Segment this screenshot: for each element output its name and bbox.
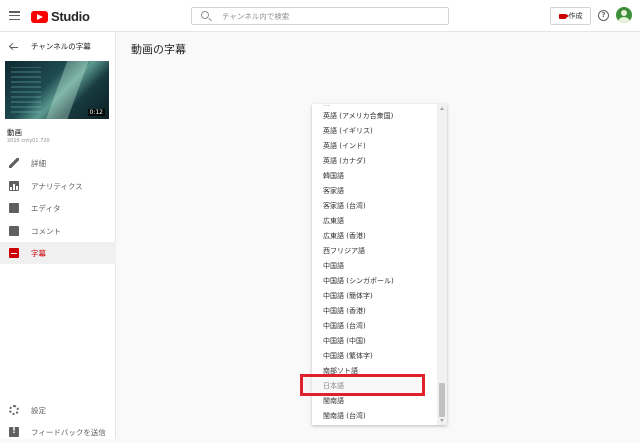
youtube-logo-icon (31, 10, 48, 23)
list-item[interactable]: 客家語 (台湾) (323, 201, 366, 211)
scrollbar-thumb[interactable] (439, 383, 445, 417)
arrow-back-icon[interactable] (9, 43, 18, 51)
sidebar-item-subtitles[interactable]: 字幕 (0, 242, 116, 264)
search-icon (201, 11, 209, 19)
back-to-channel-subtitles[interactable]: チャンネルの字幕 (0, 40, 116, 54)
help-icon[interactable]: ? (598, 10, 609, 21)
sidebar-item-editor[interactable]: エディタ (0, 197, 116, 219)
avatar[interactable] (616, 7, 632, 23)
list-item[interactable]: 中国語 (簡体字) (323, 291, 373, 301)
studio-logo[interactable]: Studio (31, 9, 90, 24)
list-item[interactable]: 中国語 (シンガポール) (323, 276, 394, 286)
sidebar-item-label: コメント (31, 227, 61, 236)
video-subtitle: 2015 cnty01 720 (7, 138, 50, 144)
create-button-label: 作成 (568, 12, 583, 20)
list-item-partial[interactable]: … (323, 104, 330, 108)
video-camera-icon (558, 13, 569, 19)
comment-icon (9, 226, 19, 236)
sidebar-item-details[interactable]: 詳細 (0, 152, 116, 174)
sidebar-item-analytics[interactable]: アナリティクス (0, 175, 116, 197)
list-item[interactable]: 中国語 (香港) (323, 306, 366, 316)
dropdown-scrollbar[interactable] (437, 104, 447, 425)
pencil-icon (9, 158, 19, 168)
video-title: 動画 (7, 128, 22, 137)
list-item[interactable]: 閩南語 (台湾) (323, 411, 366, 421)
editor-icon (9, 203, 19, 213)
list-item[interactable]: 広東語 (香港) (323, 231, 366, 241)
list-item[interactable]: 中国語 (繁体字) (323, 351, 373, 361)
page-title: 動画の字幕 (131, 43, 186, 56)
sidebar-item-label: アナリティクス (31, 182, 83, 191)
video-duration: 0:12 (87, 109, 105, 116)
list-item[interactable]: 中国語 (323, 261, 344, 271)
list-item[interactable]: 広東語 (323, 216, 344, 226)
subtitles-icon (9, 248, 19, 258)
scroll-up-arrow-icon[interactable] (440, 107, 444, 110)
logo-text: Studio (51, 9, 90, 24)
sidebar-item-label: フィードバックを送信 (31, 428, 106, 437)
create-button[interactable]: 作成 (550, 7, 591, 25)
sidebar-item-label: 詳細 (31, 159, 46, 168)
video-thumbnail[interactable]: 0:12 (5, 61, 109, 119)
sidebar-item-feedback[interactable]: フィードバックを送信 (0, 421, 116, 443)
list-item[interactable]: 英語 (イギリス) (323, 126, 373, 136)
gear-icon (9, 405, 19, 415)
back-label: チャンネルの字幕 (31, 42, 91, 51)
scroll-down-arrow-icon[interactable] (440, 419, 444, 422)
list-item[interactable]: 西フリジア語 (323, 246, 365, 256)
top-bar: Studio 作成 ? (0, 0, 640, 32)
list-item[interactable]: 中国語 (台湾) (323, 321, 366, 331)
sidebar-item-comments[interactable]: コメント (0, 220, 116, 242)
highlight-box (300, 374, 425, 396)
search-box[interactable] (191, 7, 449, 25)
list-item[interactable]: 韓国語 (323, 171, 344, 181)
list-item[interactable]: 英語 (アメリカ合衆国) (323, 111, 393, 121)
list-item[interactable]: 英語 (カナダ) (323, 156, 366, 166)
list-item[interactable]: 英語 (インド) (323, 141, 366, 151)
sidebar-item-label: 設定 (31, 406, 46, 415)
list-item[interactable]: 閩南語 (323, 396, 344, 406)
feedback-icon (9, 426, 19, 437)
list-item[interactable]: 客家語 (323, 186, 344, 196)
sidebar-item-label: エディタ (31, 204, 61, 213)
sidebar-item-settings[interactable]: 設定 (0, 399, 116, 421)
menu-icon[interactable] (9, 11, 20, 21)
analytics-icon (9, 181, 19, 191)
sidebar-item-label: 字幕 (31, 249, 46, 258)
sidebar: チャンネルの字幕 0:12 動画 2015 cnty01 720 詳細 アナリテ… (0, 32, 116, 439)
search-input[interactable] (222, 9, 442, 23)
list-item[interactable]: 中国語 (中国) (323, 336, 366, 346)
